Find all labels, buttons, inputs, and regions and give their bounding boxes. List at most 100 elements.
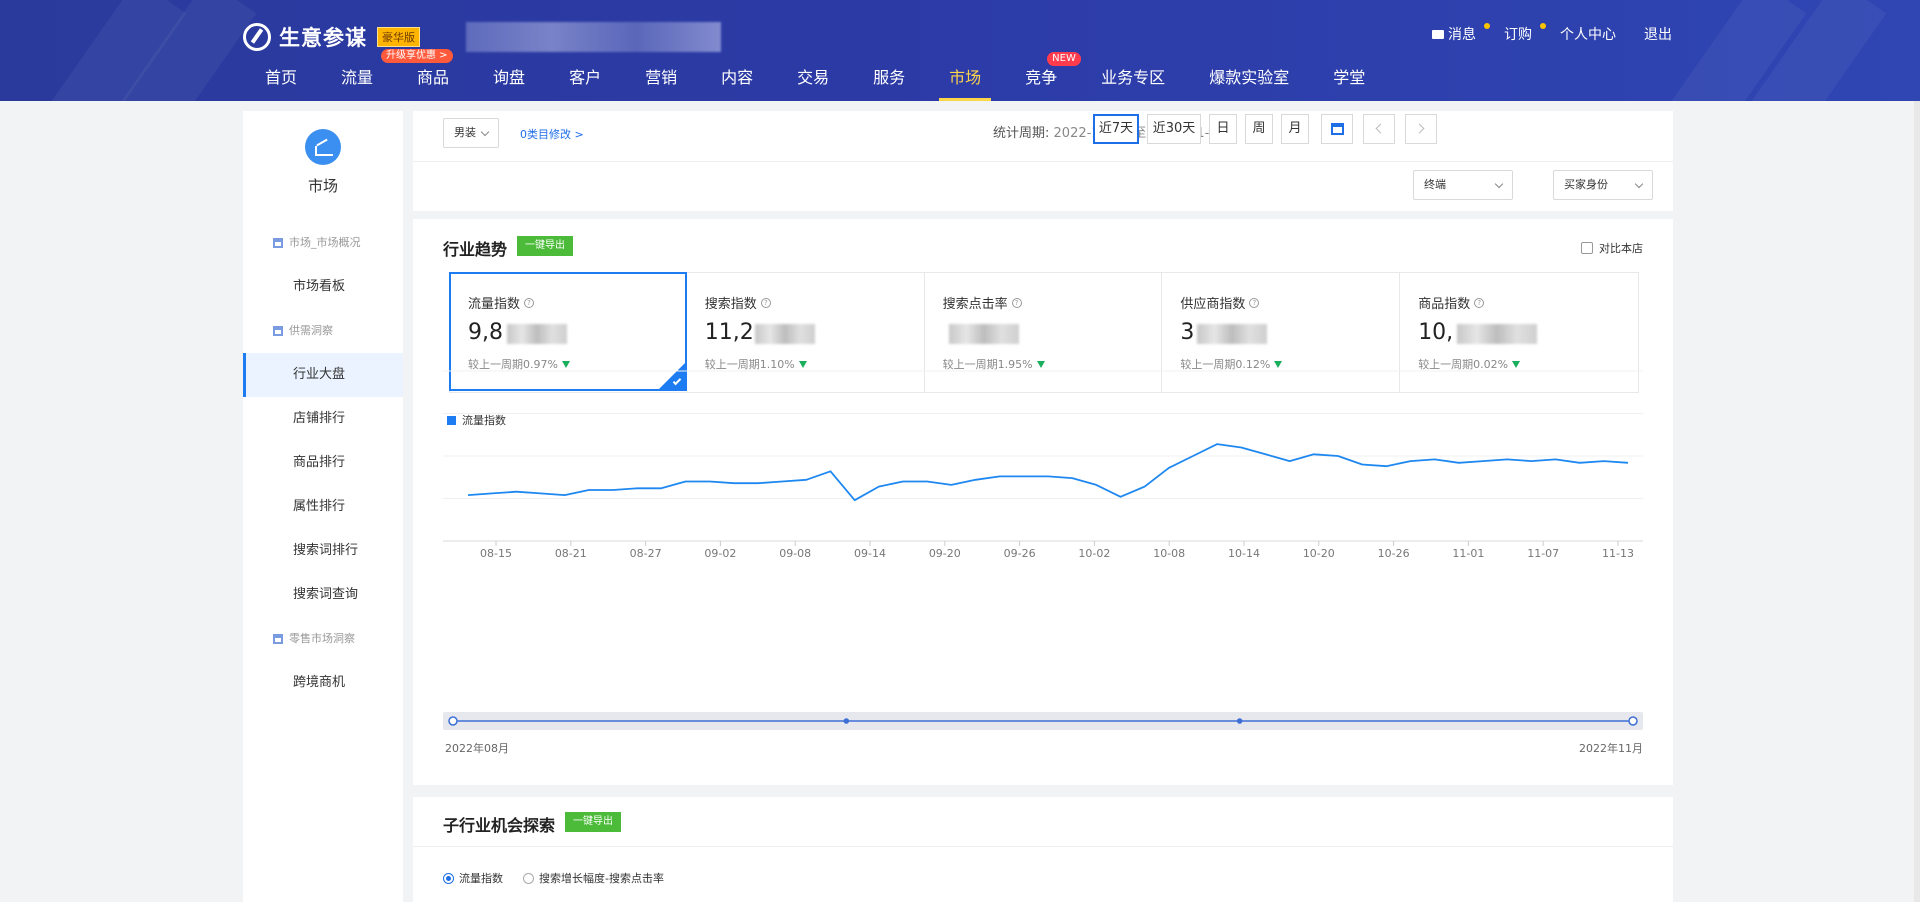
- nav-item-1[interactable]: 流量: [341, 64, 373, 101]
- market-chart-icon: [305, 129, 341, 165]
- series-line-traffic-index: [467, 443, 1629, 502]
- new-badge: NEW: [1047, 52, 1081, 66]
- range-marker: [1236, 718, 1243, 724]
- calendar-icon: [1330, 122, 1344, 135]
- sidebar-item[interactable]: 属性排行: [243, 485, 403, 529]
- x-tick-label: 09-08: [779, 547, 811, 560]
- nav-item-3[interactable]: 询盘: [493, 64, 525, 101]
- x-tick-label: 08-27: [630, 547, 662, 560]
- nav-label: 爆款实验室: [1209, 68, 1290, 87]
- radio-label: 搜索增长幅度-搜索点击率: [539, 872, 664, 885]
- compass-icon: [243, 23, 271, 51]
- sidebar-title: 市场: [307, 177, 338, 195]
- building-icon: [273, 326, 283, 336]
- radio-button[interactable]: [443, 872, 454, 884]
- next-period-button[interactable]: [1405, 114, 1437, 144]
- nav-item-12[interactable]: 爆款实验室: [1209, 64, 1289, 101]
- page-scrollbar[interactable]: [1914, 101, 1920, 902]
- chevron-right-icon: [1414, 123, 1425, 134]
- period-button-0[interactable]: 近7天: [1093, 114, 1139, 144]
- main-nav: 首页 流量 商品 询盘 客户 营销 内容 交易 服务 市场 竞争 NEW 业务专区 爆款实验室 学堂: [265, 52, 1409, 101]
- x-tick-label: 11-01: [1452, 547, 1484, 560]
- top-header: 生意参谋 豪华版 升级享优惠 > 消息 订购 个人中心 退出 首页 流量 商品 询盘 客户 营销…: [0, 0, 1920, 101]
- sub-divider: [413, 846, 1673, 847]
- sidebar-group-0: 市场_市场概况: [243, 221, 403, 265]
- period-button-4[interactable]: 月: [1281, 114, 1309, 144]
- range-handle[interactable]: [1628, 716, 1638, 726]
- period-button-2[interactable]: 日: [1209, 114, 1237, 144]
- nav-item-13[interactable]: 学堂: [1333, 64, 1365, 101]
- x-tick-label: 11-07: [1527, 547, 1559, 560]
- top-link-0[interactable]: 消息: [1432, 23, 1490, 44]
- edit-category-link[interactable]: 0类目修改 >: [520, 126, 584, 142]
- top-link-3[interactable]: 退出: [1644, 24, 1672, 44]
- sidebar-group-2: 零售市场洞察: [243, 617, 403, 661]
- sidebar-item[interactable]: 店铺排行: [243, 397, 403, 441]
- radio-label: 流量指数: [459, 872, 503, 885]
- x-tick-label: 08-15: [480, 547, 512, 560]
- nav-label: 客户: [569, 68, 602, 87]
- top-links: 消息 订购 个人中心 退出: [1432, 23, 1672, 44]
- nav-label: 内容: [721, 68, 754, 87]
- x-tick-label: 09-02: [704, 547, 736, 560]
- nav-label: 市场: [949, 68, 982, 87]
- nav-label: 询盘: [493, 68, 526, 87]
- nav-label: 竞争: [1025, 68, 1058, 87]
- nav-item-10[interactable]: 竞争 NEW: [1025, 52, 1081, 101]
- sidebar-group-1: 供需洞察: [243, 309, 403, 353]
- x-tick-label: 10-02: [1078, 547, 1110, 560]
- sidebar-item[interactable]: 商品排行: [243, 441, 403, 485]
- sidebar-item[interactable]: 市场看板: [243, 265, 403, 309]
- top-link-1[interactable]: 订购: [1504, 23, 1546, 44]
- mail-icon: [1432, 29, 1444, 39]
- nav-item-2[interactable]: 商品: [417, 64, 449, 101]
- x-tick-label: 10-14: [1228, 547, 1260, 560]
- nav-label: 服务: [873, 68, 906, 87]
- building-icon: [273, 634, 283, 644]
- nav-label: 交易: [797, 68, 830, 87]
- range-end-label: 2022年11月: [1579, 742, 1643, 755]
- nav-item-5[interactable]: 营销: [645, 64, 677, 101]
- upgrade-tag[interactable]: 升级享优惠 >: [381, 49, 453, 63]
- nav-item-7[interactable]: 交易: [797, 64, 829, 101]
- period-label: 统计周期:: [993, 126, 1050, 141]
- sidebar-group-label: 供需洞察: [289, 324, 333, 337]
- terminal-select[interactable]: 终端: [1413, 170, 1513, 200]
- sidebar-item[interactable]: 搜索词排行: [243, 529, 403, 573]
- nav-label: 流量: [341, 68, 374, 87]
- nav-label: 商品: [417, 68, 450, 87]
- range-handle[interactable]: [448, 716, 458, 726]
- buyer-identity-select[interactable]: 买家身份: [1553, 170, 1653, 200]
- logo-text: 生意参谋: [279, 26, 367, 50]
- edition-badge: 豪华版: [377, 27, 420, 47]
- nav-item-8[interactable]: 服务: [873, 64, 905, 101]
- sub-industry-export-button[interactable]: 一键导出: [565, 812, 621, 832]
- sidebar-item[interactable]: 搜索词查询: [243, 573, 403, 617]
- period-button-3[interactable]: 周: [1245, 114, 1273, 144]
- nav-item-9[interactable]: 市场: [939, 64, 992, 101]
- period-button-1[interactable]: 近30天: [1147, 114, 1201, 144]
- calendar-button[interactable]: [1321, 114, 1353, 144]
- x-tick-label: 10-08: [1153, 547, 1185, 560]
- radio-option-0[interactable]: 流量指数: [443, 870, 503, 886]
- sidebar-item[interactable]: 行业大盘: [243, 353, 403, 397]
- nav-label: 业务专区: [1101, 68, 1166, 87]
- nav-item-0[interactable]: 首页: [265, 64, 297, 101]
- nav-item-6[interactable]: 内容: [721, 64, 753, 101]
- nav-label: 营销: [645, 68, 678, 87]
- sidebar-group-label: 零售市场洞察: [289, 632, 355, 645]
- x-tick-label: 11-13: [1602, 547, 1634, 560]
- prev-period-button[interactable]: [1363, 114, 1395, 144]
- chevron-left-icon: [1375, 123, 1386, 134]
- radio-option-1[interactable]: 搜索增长幅度-搜索点击率: [523, 870, 664, 886]
- category-select[interactable]: 男装: [443, 118, 499, 148]
- radio-button[interactable]: [523, 872, 534, 884]
- sidebar-list: 市场_市场概况 市场看板供需洞察行业大盘 店铺排行 商品排行 属性排行 搜索词排行 搜索词查…: [243, 221, 403, 705]
- logo[interactable]: 生意参谋 豪华版: [243, 22, 420, 52]
- building-icon: [273, 238, 283, 248]
- nav-item-11[interactable]: 业务专区: [1101, 64, 1165, 101]
- nav-item-4[interactable]: 客户: [569, 64, 601, 101]
- sidebar-item[interactable]: 跨境商机: [243, 661, 403, 705]
- top-link-2[interactable]: 个人中心: [1560, 24, 1616, 44]
- top-link-label: 消息: [1448, 27, 1476, 43]
